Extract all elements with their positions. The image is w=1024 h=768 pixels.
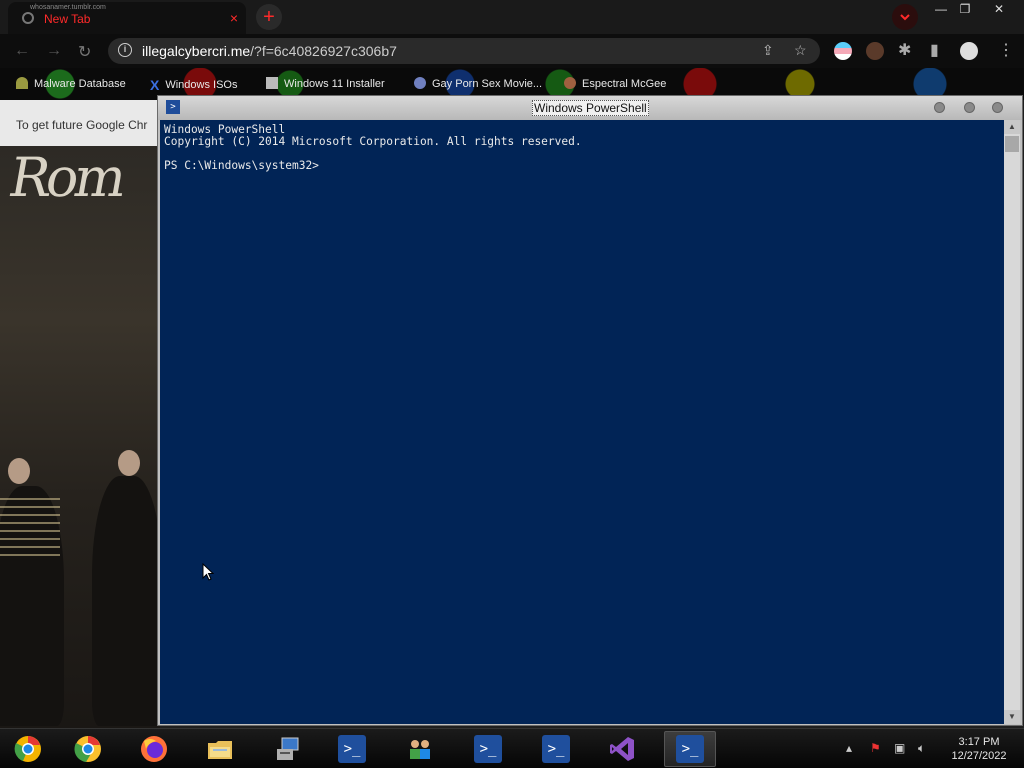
users-icon <box>410 740 430 759</box>
console-scrollbar[interactable]: ▲ ▼ <box>1004 120 1020 724</box>
chevron-down-icon <box>900 14 910 21</box>
bookmark-label: Espectral McGee <box>582 78 667 90</box>
maximize-button[interactable] <box>964 102 975 113</box>
bookmark-espectral-mcgee[interactable]: Espectral McGee <box>564 77 666 90</box>
clock-time: 3:17 PM <box>958 736 1000 748</box>
installer-icon <box>277 737 299 760</box>
address-bar[interactable]: i illegalcybercri.me/?f=6c40826927c306b7… <box>108 38 820 64</box>
clock-date: 12/27/2022 <box>951 750 1007 762</box>
site-info-icon[interactable]: i <box>118 43 132 57</box>
bookmark-star-icon[interactable]: ☆ <box>794 42 807 59</box>
close-button[interactable] <box>992 102 1003 113</box>
scroll-thumb[interactable] <box>1005 136 1019 152</box>
show-hidden-icons-icon[interactable]: ▴ <box>846 741 852 755</box>
visual-studio-icon <box>610 737 634 761</box>
restore-button[interactable]: ❐ <box>950 0 980 18</box>
taskbar: >_ >_ >_ >_ ▴ ⚑ ▣ 🔈︎ 3:17 PM 12/27/2022 <box>0 728 1024 768</box>
installer-button[interactable] <box>262 731 314 767</box>
powershell-console[interactable]: Windows PowerShell Copyright (C) 2014 Mic… <box>160 120 1004 724</box>
page-content-background: Rom <box>0 146 160 728</box>
reload-icon[interactable]: ↻ <box>78 42 91 62</box>
powershell-icon: >_ <box>338 735 366 763</box>
tab-tooltip-text: whosanamer.tumblr.com <box>30 4 106 11</box>
site-icon <box>414 77 426 89</box>
back-icon[interactable]: ← <box>14 42 30 60</box>
browser-toolbar: ← → ↻ i illegalcybercri.me/?f=6c40826927… <box>0 34 1024 68</box>
info-bar-text: To get future Google Chr <box>16 118 148 132</box>
tab-favicon-icon <box>22 12 34 24</box>
network-users-button[interactable] <box>394 731 446 767</box>
bookmark-label: Gay Porn Sex Movie... <box>432 78 543 90</box>
powershell-window[interactable]: > Windows PowerShell Windows PowerShell C… <box>157 95 1023 726</box>
malware-icon <box>16 77 28 89</box>
share-icon[interactable]: ⇪ <box>762 42 774 59</box>
powershell-button-2[interactable]: >_ <box>462 731 514 767</box>
url-host: illegalcybercri.me <box>142 43 251 59</box>
powershell-title: Windows PowerShell <box>532 100 649 116</box>
powershell-button-3[interactable]: >_ <box>530 731 582 767</box>
powershell-icon: >_ <box>474 735 502 763</box>
extension-avatar-icon[interactable] <box>866 42 884 60</box>
bookmark-label: Windows 11 Installer <box>284 78 385 90</box>
file-explorer-button[interactable] <box>194 731 246 767</box>
x-icon: X <box>150 77 160 93</box>
bookmark-malware-database[interactable]: Malware Database <box>16 77 126 90</box>
visual-studio-button[interactable] <box>596 731 648 767</box>
profile-avatar-icon[interactable] <box>960 42 978 60</box>
info-bar: To get future Google Chr <box>0 100 160 146</box>
tab-close-icon[interactable]: × <box>230 10 238 26</box>
bookmark-windows-isos[interactable]: X Windows ISOs <box>150 77 238 93</box>
tab-strip: whosanamer.tumblr.com New Tab × + — ❐ ✕ <box>0 0 1024 34</box>
action-center-flag-icon[interactable]: ⚑ <box>870 741 881 755</box>
avatar-icon <box>564 77 576 89</box>
close-window-button[interactable]: ✕ <box>984 0 1014 18</box>
bookmark-windows-11-installer[interactable]: Windows 11 Installer <box>266 77 385 90</box>
chrome-button[interactable] <box>62 731 114 767</box>
bookmark-label: Malware Database <box>34 78 126 90</box>
band-photo-face <box>118 450 140 476</box>
scroll-up-icon[interactable]: ▲ <box>1004 120 1020 134</box>
powershell-button-1[interactable]: >_ <box>326 731 378 767</box>
url-text[interactable]: illegalcybercri.me/?f=6c40826927c306b7 <box>142 43 397 59</box>
chrome-canary-button[interactable] <box>2 731 54 767</box>
tab-title: New Tab <box>44 12 91 26</box>
scroll-down-icon[interactable]: ▼ <box>1004 710 1020 724</box>
volume-icon[interactable]: 🔈︎ <box>918 741 925 756</box>
network-icon[interactable]: ▣ <box>894 741 905 755</box>
system-clock[interactable]: 3:17 PM 12/27/2022 <box>940 735 1018 763</box>
powershell-icon: >_ <box>542 735 570 763</box>
powershell-icon: > <box>166 100 180 114</box>
console-line: Copyright (C) 2014 Microsoft Corporation… <box>164 135 582 148</box>
bookmark-site[interactable]: Gay Porn Sex Movie... <box>414 77 542 90</box>
band-photo-jacket <box>0 498 60 558</box>
powershell-button-4[interactable]: >_ <box>664 731 716 767</box>
band-logo: Rom <box>4 146 128 209</box>
extensions-puzzle-icon[interactable]: ✱ <box>898 40 911 60</box>
mouse-cursor-icon <box>202 563 214 581</box>
chrome-icon <box>74 736 101 762</box>
folder-icon <box>208 741 232 759</box>
firefox-icon <box>141 736 167 762</box>
page-icon <box>266 77 278 89</box>
bookmark-label: Windows ISOs <box>165 79 238 91</box>
powershell-titlebar[interactable]: > Windows PowerShell <box>158 96 1022 120</box>
forward-icon[interactable]: → <box>46 42 62 60</box>
firefox-button[interactable] <box>128 731 180 767</box>
new-tab-button[interactable]: + <box>256 4 282 30</box>
side-panel-icon[interactable]: ▮ <box>930 40 939 60</box>
tab-new-tab[interactable]: whosanamer.tumblr.com New Tab × <box>8 2 246 34</box>
powershell-icon: >_ <box>676 735 704 763</box>
minimize-button[interactable] <box>934 102 945 113</box>
band-photo-face <box>8 458 30 484</box>
url-path: /?f=6c40826927c306b7 <box>250 43 397 59</box>
chrome-menu-icon[interactable]: ⋮ <box>998 40 1014 60</box>
chrome-canary-icon <box>14 736 41 762</box>
tab-search-button[interactable] <box>892 4 918 30</box>
band-photo-person <box>92 476 160 726</box>
console-prompt: PS C:\Windows\system32> <box>164 159 319 172</box>
extension-flag-icon[interactable] <box>834 42 852 60</box>
